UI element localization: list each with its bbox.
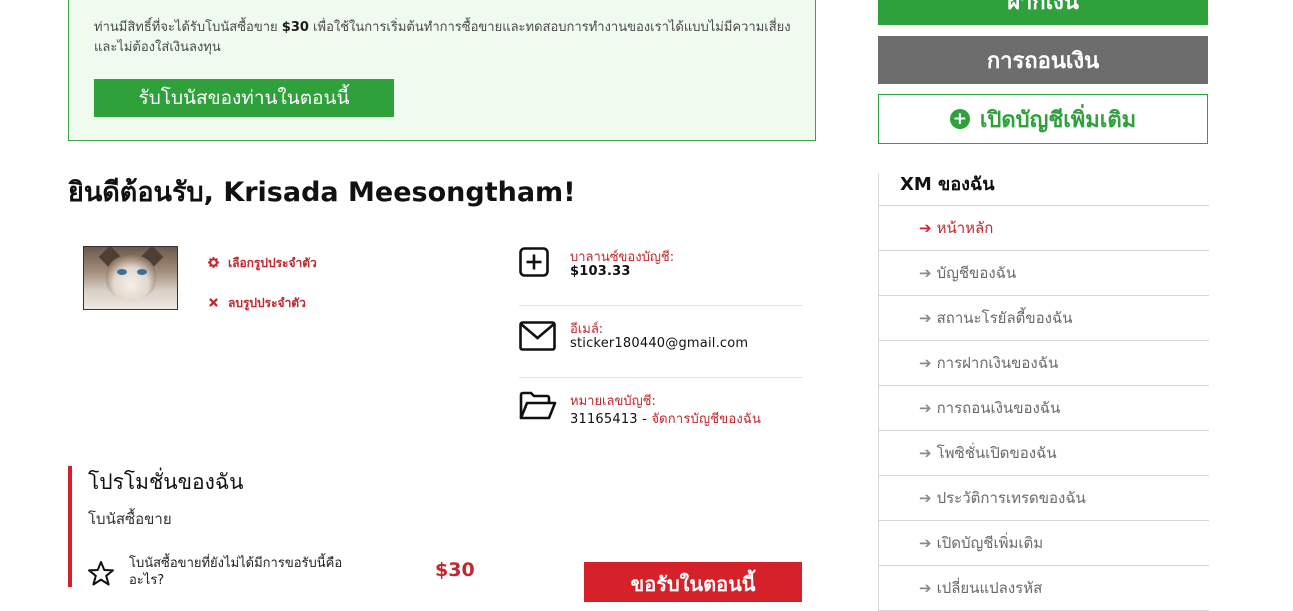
sidebar-item-label: สถานะโรยัลตี้ของฉัน xyxy=(936,309,1073,327)
sidebar-item-label: หน้าหลัก xyxy=(936,219,994,237)
arrow-right-icon: ➔ xyxy=(919,264,932,282)
arrow-right-icon: ➔ xyxy=(919,309,932,327)
claim-bonus-button[interactable]: รับโบนัสของท่านในตอนนี้ xyxy=(94,79,394,117)
close-icon xyxy=(207,297,219,310)
info-divider xyxy=(519,377,803,378)
account-number-row: หมายเลขบัญชี: 31165413 - จัดการบัญชีของฉ… xyxy=(519,390,803,430)
arrow-right-icon: ➔ xyxy=(919,489,932,507)
manage-account-link[interactable]: จัดการบัญชีของฉัน xyxy=(651,412,761,427)
deposit-button[interactable]: ฝากเงิน xyxy=(878,0,1208,25)
bonus-text-before: ท่านมีสิทธิ์ที่จะได้รับโบนัสซื้อขาย xyxy=(94,20,282,35)
promotions-title: โปรโมชั่นของฉัน xyxy=(88,470,244,494)
arrow-right-icon: ➔ xyxy=(919,444,932,462)
balance-value: $103.33 xyxy=(570,264,631,279)
sidebar-item-label: บัญชีของฉัน xyxy=(936,264,1017,282)
select-profile-picture-link[interactable]: เลือกรูปประจำตัว xyxy=(207,254,317,273)
open-account-label: เปิดบัญชีเพิ่มเติม xyxy=(979,107,1137,133)
info-divider xyxy=(519,305,803,306)
sidebar-item-label: เปลี่ยนแปลงรหัส xyxy=(936,579,1043,597)
withdraw-label: การถอนเงิน xyxy=(986,48,1100,74)
open-account-button[interactable]: + เปิดบัญชีเพิ่มเติม xyxy=(878,94,1208,144)
star-icon xyxy=(87,560,115,591)
bonus-amount: $30 xyxy=(281,20,309,35)
deposit-label: ฝากเงิน xyxy=(1007,0,1079,15)
remove-profile-picture-link[interactable]: ลบรูปประจำตัว xyxy=(207,294,306,313)
sidebar-item-open-positions[interactable]: ➔ โพซิชั่นเปิดของฉัน xyxy=(879,431,1209,476)
plus-square-icon xyxy=(519,247,549,281)
arrow-right-icon: ➔ xyxy=(919,579,932,597)
arrow-right-icon: ➔ xyxy=(919,534,932,552)
gear-icon xyxy=(207,256,219,271)
sidebar-item-label: ประวัติการเทรดของฉัน xyxy=(936,489,1086,507)
sidebar-item-label: เปิดบัญชีเพิ่มเติม xyxy=(936,534,1044,552)
promotions-subtitle: โบนัสซื้อขาย xyxy=(88,510,172,528)
email-value: sticker180440@gmail.com xyxy=(570,336,749,351)
email-row: อีเมล์: sticker180440@gmail.com xyxy=(519,318,803,358)
arrow-right-icon: ➔ xyxy=(919,399,932,417)
sidebar-item-loyalty-status[interactable]: ➔ สถานะโรยัลตี้ของฉัน xyxy=(879,296,1209,341)
bonus-description: ท่านมีสิทธิ์ที่จะได้รับโบนัสซื้อขาย $30 … xyxy=(94,18,794,58)
remove-profile-picture-label: ลบรูปประจำตัว xyxy=(228,296,306,310)
account-number-value: 31165413 - จัดการบัญชีของฉัน xyxy=(570,408,761,429)
promo-amount: $30 xyxy=(435,559,475,581)
folder-open-icon xyxy=(519,391,557,425)
sidebar-item-label: การถอนเงินของฉัน xyxy=(936,399,1061,417)
promo-accent-bar xyxy=(68,466,72,587)
sidebar-item-my-accounts[interactable]: ➔ บัญชีของฉัน xyxy=(879,251,1209,296)
avatar-face xyxy=(106,255,156,301)
sidebar-item-label: โพซิชั่นเปิดของฉัน xyxy=(936,444,1057,462)
sidebar-item-label: การฝากเงินของฉัน xyxy=(936,354,1059,372)
sidebar-item-my-deposits[interactable]: ➔ การฝากเงินของฉัน xyxy=(879,341,1209,386)
claim-now-button[interactable]: ขอรับในตอนนี้ xyxy=(584,562,802,602)
select-profile-picture-label: เลือกรูปประจำตัว xyxy=(228,256,317,270)
welcome-title: ยินดีต้อนรับ, Krisada Meesongtham! xyxy=(68,177,576,208)
sidebar-item-change-password[interactable]: ➔ เปลี่ยนแปลงรหัส xyxy=(879,566,1209,611)
sidebar-item-trade-history[interactable]: ➔ ประวัติการเทรดของฉัน xyxy=(879,476,1209,521)
withdraw-button[interactable]: การถอนเงิน xyxy=(878,36,1208,84)
sidebar-item-my-withdrawals[interactable]: ➔ การถอนเงินของฉัน xyxy=(879,386,1209,431)
avatar xyxy=(83,246,178,310)
plus-circle-icon: + xyxy=(949,109,970,129)
avatar-eye-left xyxy=(117,269,127,275)
envelope-icon xyxy=(519,321,556,355)
sidebar-item-home[interactable]: ➔ หน้าหลัก xyxy=(879,206,1209,251)
balance-row: บาลานซ์ของบัญชี: $103.33 xyxy=(519,246,803,286)
arrow-right-icon: ➔ xyxy=(919,354,932,372)
promo-question: โบนัสซื้อขายที่ยังไม่ได้มีการขอรับนี้คือ… xyxy=(129,556,343,588)
arrow-right-icon: ➔ xyxy=(919,219,932,237)
nav-title: XM ของฉัน xyxy=(879,174,1209,206)
avatar-eye-right xyxy=(137,269,147,275)
sidebar-nav: XM ของฉัน ➔ หน้าหลัก ➔ บัญชีของฉัน ➔ สถานะโ… xyxy=(878,174,1209,611)
sidebar-item-open-additional-account[interactable]: ➔ เปิดบัญชีเพิ่มเติม xyxy=(879,521,1209,566)
account-number: 31165413 - xyxy=(570,412,652,427)
